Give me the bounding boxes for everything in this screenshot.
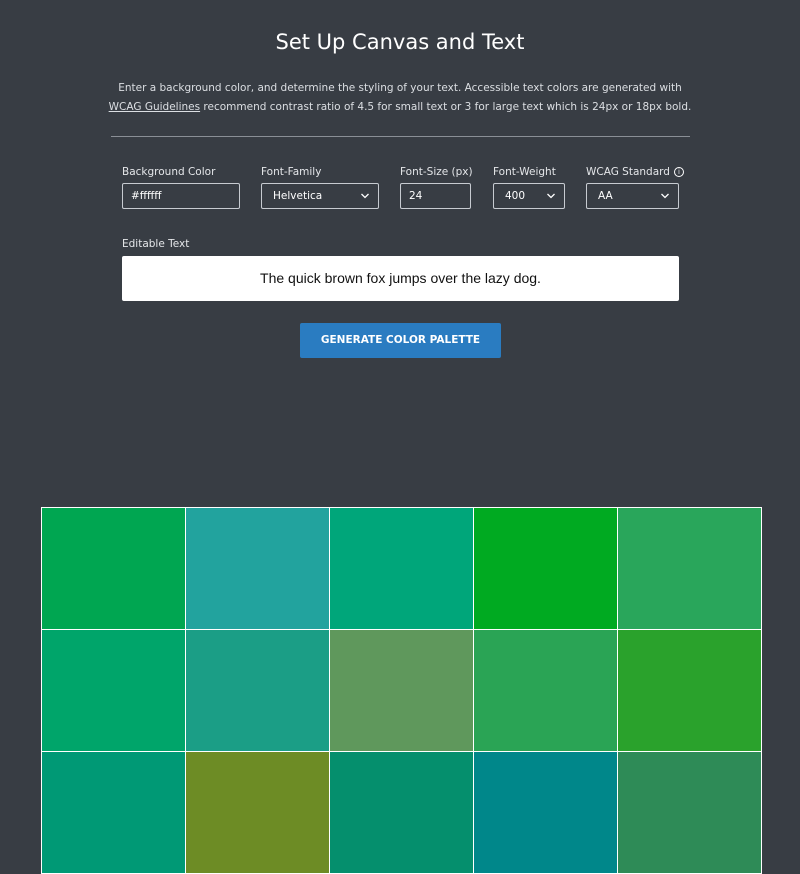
- wcag-guidelines-link[interactable]: WCAG Guidelines: [109, 101, 200, 113]
- color-swatch[interactable]: [186, 752, 329, 873]
- color-swatch[interactable]: [618, 508, 761, 629]
- description-line-2-text: recommend contrast ratio of 4.5 for smal…: [200, 101, 692, 113]
- description-line-2: WCAG Guidelines recommend contrast ratio…: [0, 98, 800, 117]
- color-swatch[interactable]: [330, 508, 473, 629]
- chevron-down-icon: [661, 193, 669, 199]
- info-icon[interactable]: i: [673, 167, 684, 177]
- color-swatch[interactable]: [474, 508, 617, 629]
- generate-color-palette-button[interactable]: GENERATE COLOR PALETTE: [300, 323, 501, 358]
- page-title: Set Up Canvas and Text: [275, 30, 525, 54]
- color-swatch[interactable]: [42, 508, 185, 629]
- wcag-standard-value: AA: [598, 190, 613, 202]
- wcag-standard-label-text: WCAG Standard: [586, 166, 670, 178]
- color-swatch[interactable]: [330, 630, 473, 751]
- wcag-standard-select[interactable]: AA: [586, 183, 679, 209]
- color-swatch[interactable]: [42, 752, 185, 873]
- description-line-1: Enter a background color, and determine …: [118, 82, 682, 94]
- color-swatch[interactable]: [618, 752, 761, 873]
- chevron-down-icon: [361, 193, 369, 199]
- color-swatch[interactable]: [186, 630, 329, 751]
- font-size-input[interactable]: 24: [400, 183, 471, 209]
- color-swatch[interactable]: [474, 752, 617, 873]
- font-weight-label: Font-Weight: [493, 166, 556, 178]
- background-color-input[interactable]: #ffffff: [122, 183, 240, 209]
- font-size-label: Font-Size (px): [400, 166, 473, 178]
- color-swatch[interactable]: [330, 752, 473, 873]
- font-family-select[interactable]: Helvetica: [261, 183, 379, 209]
- font-family-value: Helvetica: [273, 190, 323, 202]
- chevron-down-icon: [547, 193, 555, 199]
- font-family-label: Font-Family: [261, 166, 322, 178]
- color-palette-grid: [41, 507, 762, 874]
- color-swatch[interactable]: [42, 630, 185, 751]
- section-divider: [111, 136, 690, 137]
- editable-text-input[interactable]: The quick brown fox jumps over the lazy …: [122, 256, 679, 301]
- page-description: Enter a background color, and determine …: [0, 79, 800, 117]
- editable-text-label: Editable Text: [122, 238, 190, 250]
- color-swatch[interactable]: [618, 630, 761, 751]
- wcag-standard-label: WCAG Standard i: [586, 166, 684, 178]
- color-swatch[interactable]: [186, 508, 329, 629]
- color-swatch[interactable]: [474, 630, 617, 751]
- background-color-label: Background Color: [122, 166, 216, 178]
- font-weight-select[interactable]: 400: [493, 183, 565, 209]
- font-weight-value: 400: [505, 190, 526, 202]
